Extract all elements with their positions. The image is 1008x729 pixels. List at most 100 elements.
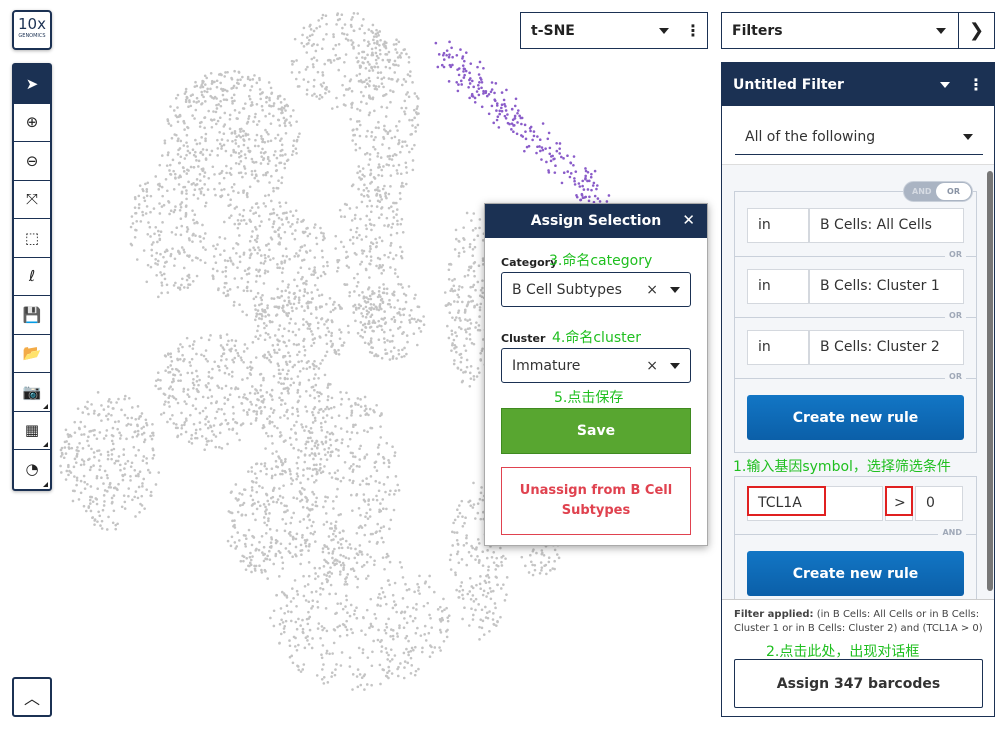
cell-point [315,316,318,320]
cell-point [133,495,137,499]
cell-point [208,388,212,392]
cell-point [142,196,146,199]
cell-point [177,137,180,140]
cell-point [200,90,203,94]
cell-point [214,110,218,114]
cell-point [324,333,328,337]
cell-point [151,422,154,426]
cell-point [359,513,362,517]
rule-value[interactable]: B Cells: All Cells [809,208,964,243]
category-select[interactable]: B Cell Subtypes × [501,272,691,307]
scrollbar[interactable] [987,171,993,591]
close-icon[interactable]: ✕ [682,211,695,229]
cell-point [366,82,369,86]
cell-point [179,233,183,237]
cell-point [218,182,221,185]
cell-point [456,293,459,297]
selected-cell-point [516,121,519,124]
cell-point [316,575,320,578]
rule-operator[interactable]: in [747,269,809,304]
assign-barcodes-button[interactable]: Assign 347 barcodes [734,659,983,708]
tool-lasso[interactable]: ℓ [14,258,50,296]
cell-point [311,637,314,640]
scroll-up-button[interactable]: ︿ [12,677,52,717]
create-rule-button[interactable]: Create new rule [747,551,964,596]
cell-point [213,360,217,364]
cell-point [350,103,354,106]
cell-point [215,410,219,414]
tool-layout[interactable]: ▦ [14,412,50,450]
cell-point [323,323,326,326]
cell-point [107,405,110,408]
cell-point [389,233,393,237]
cell-point [367,189,370,193]
match-mode-select[interactable]: All of the following [735,119,983,155]
tool-open[interactable]: 📂 [14,335,50,373]
clear-icon[interactable]: × [646,282,658,298]
cell-point [457,288,461,291]
cell-point [346,546,350,549]
cell-point [245,222,248,225]
clear-icon[interactable]: × [646,358,658,374]
cell-point [337,352,341,356]
cell-point [169,173,173,176]
cell-point [203,89,206,93]
tool-rect-select[interactable]: ⬚ [14,219,50,258]
tool-select[interactable]: ➤ [14,65,50,104]
collapse-panel-button[interactable]: ❯ [958,12,995,49]
filters-dropdown[interactable]: Filters [721,12,959,49]
cell-point [133,206,137,209]
selected-cell-point [548,152,552,156]
cell-point [310,447,314,451]
threshold-input[interactable]: 0 [915,486,963,521]
create-rule-button[interactable]: Create new rule [747,395,964,440]
cell-point [171,158,175,162]
annotation-step5: 5.点击保存 [554,390,624,406]
cell-point [328,652,331,656]
cell-point [227,510,231,513]
cell-point [259,97,263,101]
more-options-icon[interactable]: ⋮ [966,75,986,94]
cluster-select[interactable]: Immature × [501,348,691,383]
more-options-icon[interactable]: ⋮ [683,21,703,40]
projection-dropdown[interactable]: t-SNE ⋮ [520,12,708,49]
cell-point [291,412,294,416]
tool-fit[interactable]: ⤧ [14,181,50,219]
save-button[interactable]: Save [501,408,691,454]
cell-point [260,317,263,321]
cell-point [368,245,372,248]
cell-point [302,518,306,521]
cell-point [233,344,237,348]
tool-save[interactable]: 💾 [14,296,50,335]
cell-point [118,437,122,440]
tool-settings[interactable]: ◔ [14,450,50,489]
rule-value[interactable]: B Cells: Cluster 2 [809,330,964,365]
cell-point [399,172,403,176]
cell-point [369,168,373,172]
cell-point [313,223,317,226]
cell-point [379,597,383,600]
cell-point [379,526,383,530]
and-or-toggle[interactable]: AND OR [903,181,973,202]
tool-screenshot[interactable]: 📷 [14,373,50,412]
caret-down-icon[interactable] [940,81,950,88]
dialog-title: Assign Selection [530,213,662,229]
cell-point [287,283,290,286]
filter-title[interactable]: Untitled Filter [733,77,844,93]
cell-point [259,388,262,392]
caret-down-icon [670,362,680,369]
rule-value[interactable]: B Cells: Cluster 1 [809,269,964,304]
cell-point [292,496,295,500]
rule-operator[interactable]: in [747,330,809,365]
tool-zoom-in[interactable]: ⊕ [14,104,50,142]
cell-point [392,43,396,46]
annotation-step3: 3.命名category [549,253,653,269]
unassign-button[interactable]: Unassign from B Cell Subtypes [501,467,691,535]
cell-point [253,502,256,505]
rule-operator[interactable]: in [747,208,809,243]
cell-point [146,468,150,472]
tool-zoom-out[interactable]: ⊖ [14,142,50,181]
selected-cell-point [478,60,482,64]
cell-point [539,561,543,564]
cell-point [96,520,99,523]
